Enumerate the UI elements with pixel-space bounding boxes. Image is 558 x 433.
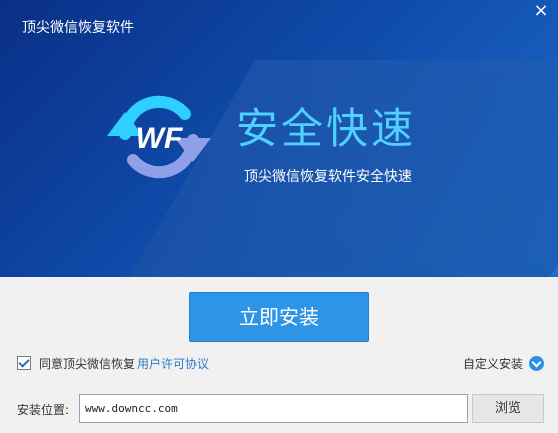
install-path-input[interactable] [79, 394, 468, 423]
close-button[interactable]: × [530, 0, 552, 22]
custom-install-label: 自定义安装 [462, 356, 523, 371]
header-banner: 顶尖微信恢复软件 × WF 安全快速 顶尖微信恢复软件安全快速 [0, 0, 558, 277]
logo-text: WF [136, 122, 183, 155]
install-now-button[interactable]: 立即安装 [189, 292, 369, 342]
wf-sync-logo-icon: WF [107, 95, 211, 179]
license-agreement-link[interactable]: 用户许可协议 [137, 355, 209, 372]
browse-button[interactable]: 浏览 [472, 394, 544, 423]
install-path-label: 安装位置: [17, 403, 70, 417]
banner-slogan: 安全快速 [236, 104, 417, 153]
agreement-row: 同意顶尖微信恢复 用户许可协议 [17, 354, 209, 372]
agreement-text: 同意顶尖微信恢复 [39, 356, 136, 371]
window-title: 顶尖微信恢复软件 [22, 20, 134, 36]
agreement-checkbox[interactable] [17, 356, 31, 370]
banner-subslogan: 顶尖微信恢复软件安全快速 [244, 169, 412, 185]
custom-install-toggle[interactable]: 自定义安装 [463, 354, 544, 372]
chevron-down-icon [529, 355, 544, 371]
